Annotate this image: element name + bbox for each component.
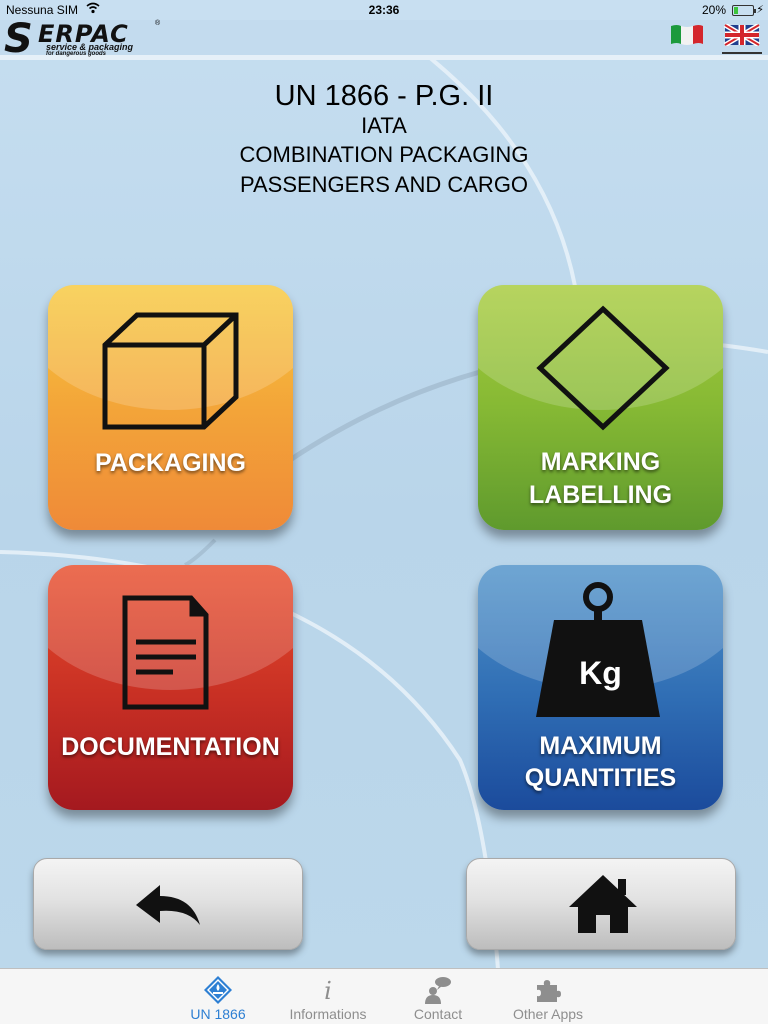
italian-flag-icon[interactable] [669, 24, 705, 46]
app-header: S ERPAC ® service & packaging for danger… [0, 16, 768, 62]
hazard-diamond-icon [204, 976, 232, 1004]
tab-un-1866[interactable]: UN 1866 [163, 969, 273, 1024]
logo-letter: S [4, 16, 33, 62]
tab-informations[interactable]: i Informations [273, 969, 383, 1024]
info-icon: i [324, 977, 332, 1005]
tab-bar: UN 1866 i Informations Contact Other App… [0, 968, 768, 1024]
battery-percentage: 20% [701, 3, 726, 17]
tab-label: Other Apps [512, 1006, 584, 1022]
charging-icon: ⚡ [756, 4, 764, 16]
uk-flag-icon[interactable] [723, 22, 761, 48]
packaging-label: PACKAGING [95, 449, 246, 477]
un-number-title: UN 1866 - P.G. II [274, 80, 494, 112]
tab-other-apps[interactable]: Other Apps [493, 969, 603, 1024]
selected-language-indicator [722, 52, 762, 54]
logo-subtagline: for dangerous goods [46, 51, 106, 57]
document-icon [122, 595, 209, 710]
contact-icon [425, 977, 451, 1004]
maximum-label: MAXIMUM [539, 732, 662, 760]
transport-mode-title: PASSENGERS AND CARGO [239, 172, 529, 197]
tab-label: Informations [289, 1006, 367, 1022]
labelling-label: LABELLING [528, 481, 673, 509]
back-button[interactable] [33, 858, 303, 950]
clock: 23:36 [368, 3, 400, 17]
home-icon [569, 875, 637, 933]
packaging-type-title: COMBINATION PACKAGING [239, 142, 529, 167]
puzzle-icon [537, 980, 561, 1002]
status-bar: Nessuna SIM 23:36 20% ⚡ [0, 0, 768, 20]
documentation-label: DOCUMENTATION [61, 733, 280, 761]
tab-label: UN 1866 [190, 1006, 246, 1022]
tab-contact[interactable]: Contact [383, 969, 493, 1024]
serpac-logo: S ERPAC ® service & packaging for danger… [4, 16, 164, 62]
home-button[interactable] [466, 858, 736, 950]
tab-label: Contact [413, 1006, 463, 1022]
marking-label: MARKING [540, 448, 661, 476]
marking-labelling-tile-button[interactable]: MARKING LABELLING [478, 285, 723, 530]
box-icon [102, 312, 239, 430]
back-arrow-icon [136, 885, 200, 925]
maximum-quantities-tile-button[interactable]: Kg MAXIMUM QUANTITIES [478, 565, 723, 810]
weight-unit-label: Kg [579, 655, 622, 691]
logo-registered: ® [155, 20, 161, 27]
quantities-label: QUANTITIES [524, 764, 677, 792]
svg-text:i: i [324, 977, 332, 1005]
packaging-tile-button[interactable]: PACKAGING [48, 285, 293, 530]
battery-icon [732, 5, 756, 16]
product-titles: UN 1866 - P.G. II IATA COMBINATION PACKA… [0, 80, 768, 200]
documentation-tile-button[interactable]: DOCUMENTATION [48, 565, 293, 810]
regulation-title: IATA [361, 113, 407, 138]
